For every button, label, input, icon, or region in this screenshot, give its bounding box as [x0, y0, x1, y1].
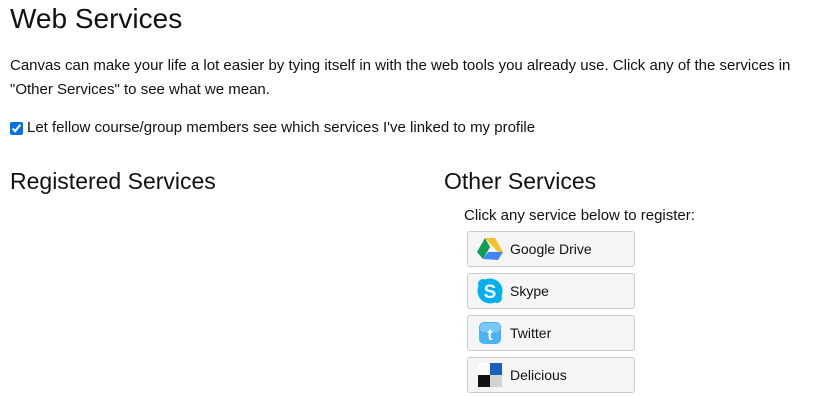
twitter-icon: t [476, 319, 504, 347]
skype-button[interactable]: S Skype [467, 273, 635, 309]
service-label: Google Drive [510, 241, 592, 257]
google-drive-button[interactable]: Google Drive [467, 231, 635, 267]
other-services-heading: Other Services [444, 168, 597, 194]
service-label: Delicious [510, 367, 567, 383]
delicious-button[interactable]: Delicious [467, 357, 635, 393]
web-services-page: Web Services Canvas can make your life a… [0, 0, 831, 396]
service-label: Skype [510, 283, 549, 299]
delicious-icon [476, 361, 504, 389]
google-drive-icon [476, 235, 504, 263]
share-services-label: Let fellow course/group members see whic… [27, 119, 536, 136]
svg-text:t: t [487, 327, 493, 344]
register-hint: Click any service below to register: [464, 207, 695, 224]
twitter-button[interactable]: t Twitter [467, 315, 635, 351]
intro-text: Canvas can make your life a lot easier b… [10, 57, 791, 98]
service-label: Twitter [510, 325, 552, 341]
skype-icon: S [476, 277, 504, 305]
share-services-checkbox[interactable] [10, 121, 23, 135]
share-services-option[interactable]: Let fellow course/group members see whic… [10, 118, 535, 138]
registered-services-heading: Registered Services [10, 168, 216, 194]
svg-text:S: S [484, 282, 497, 303]
other-services-list: Google Drive S Skype t Twitter Delicious [467, 231, 635, 396]
page-title: Web Services [10, 3, 183, 34]
